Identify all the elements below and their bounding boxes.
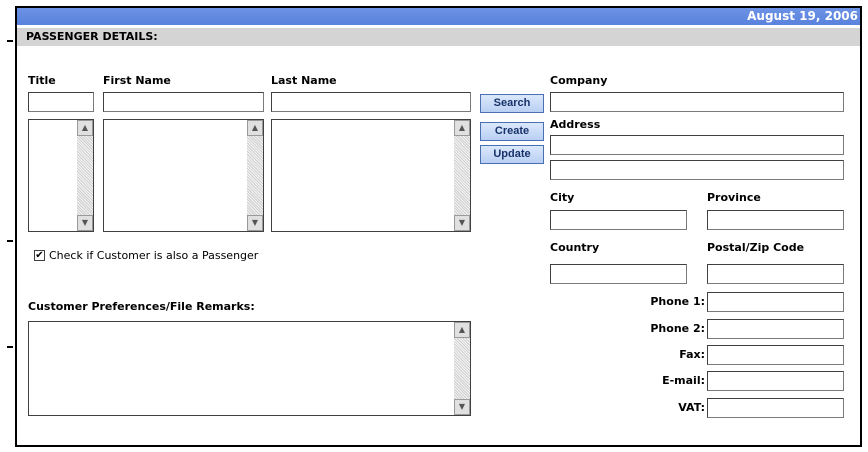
last-name-input[interactable] [271,92,471,112]
country-input[interactable] [550,264,687,284]
remarks-textarea[interactable]: ▲ ▼ [28,321,471,416]
scroll-up-icon[interactable]: ▲ [454,322,470,338]
scroll-down-icon[interactable]: ▼ [454,215,470,231]
edge-mark [7,240,13,242]
fax-label: Fax: [679,348,705,361]
address-label: Address [550,118,601,131]
company-input[interactable] [550,92,844,112]
scroll-up-icon[interactable]: ▲ [454,120,470,136]
phone1-label: Phone 1: [650,295,705,308]
postal-zip-label: Postal/Zip Code [707,241,805,254]
first-name-listbox[interactable]: ▲ ▼ [103,119,264,232]
phone2-label: Phone 2: [650,322,705,335]
city-label: City [550,191,575,204]
update-button[interactable]: Update [480,145,544,164]
date-bar: August 19, 2006 [17,8,860,25]
first-name-input[interactable] [103,92,264,112]
country-label: Country [550,241,600,254]
address-line2-input[interactable] [550,160,844,180]
title-label: Title [28,74,56,87]
vat-input[interactable] [707,398,844,418]
search-button[interactable]: Search [480,94,544,113]
section-header: PASSENGER DETAILS: [17,28,860,46]
checkmark-icon: ✔ [35,250,44,261]
title-listbox[interactable]: ▲ ▼ [28,119,94,232]
title-list-scrollbar[interactable]: ▲ ▼ [77,120,93,231]
edge-mark [7,346,13,348]
create-button[interactable]: Create [480,122,544,141]
vat-label: VAT: [678,401,705,414]
province-input[interactable] [707,210,844,230]
company-label: Company [550,74,608,87]
remarks-label: Customer Preferences/File Remarks: [28,300,255,313]
email-input[interactable] [707,371,844,391]
scroll-up-icon[interactable]: ▲ [77,120,93,136]
current-date: August 19, 2006 [747,9,858,23]
section-title: PASSENGER DETAILS: [26,30,158,43]
scroll-up-icon[interactable]: ▲ [247,120,263,136]
remarks-scrollbar[interactable]: ▲ ▼ [454,322,470,415]
last-name-label: Last Name [271,74,337,87]
email-label: E-mail: [662,374,705,387]
phone2-input[interactable] [707,319,844,339]
scroll-down-icon[interactable]: ▼ [454,399,470,415]
scroll-down-icon[interactable]: ▼ [77,215,93,231]
last-name-listbox[interactable]: ▲ ▼ [271,119,471,232]
province-label: Province [707,191,761,204]
fax-input[interactable] [707,345,844,365]
last-name-list-scrollbar[interactable]: ▲ ▼ [454,120,470,231]
first-name-list-scrollbar[interactable]: ▲ ▼ [247,120,263,231]
first-name-label: First Name [103,74,171,87]
passenger-details-panel: August 19, 2006 PASSENGER DETAILS: Title… [15,6,862,447]
title-input[interactable] [28,92,94,112]
address-line1-input[interactable] [550,135,844,155]
phone1-input[interactable] [707,292,844,312]
postal-zip-input[interactable] [707,264,844,284]
city-input[interactable] [550,210,687,230]
scroll-down-icon[interactable]: ▼ [247,215,263,231]
customer-is-passenger-checkbox[interactable]: ✔ [34,250,45,261]
customer-is-passenger-label: Check if Customer is also a Passenger [49,249,259,262]
edge-mark [7,40,13,42]
